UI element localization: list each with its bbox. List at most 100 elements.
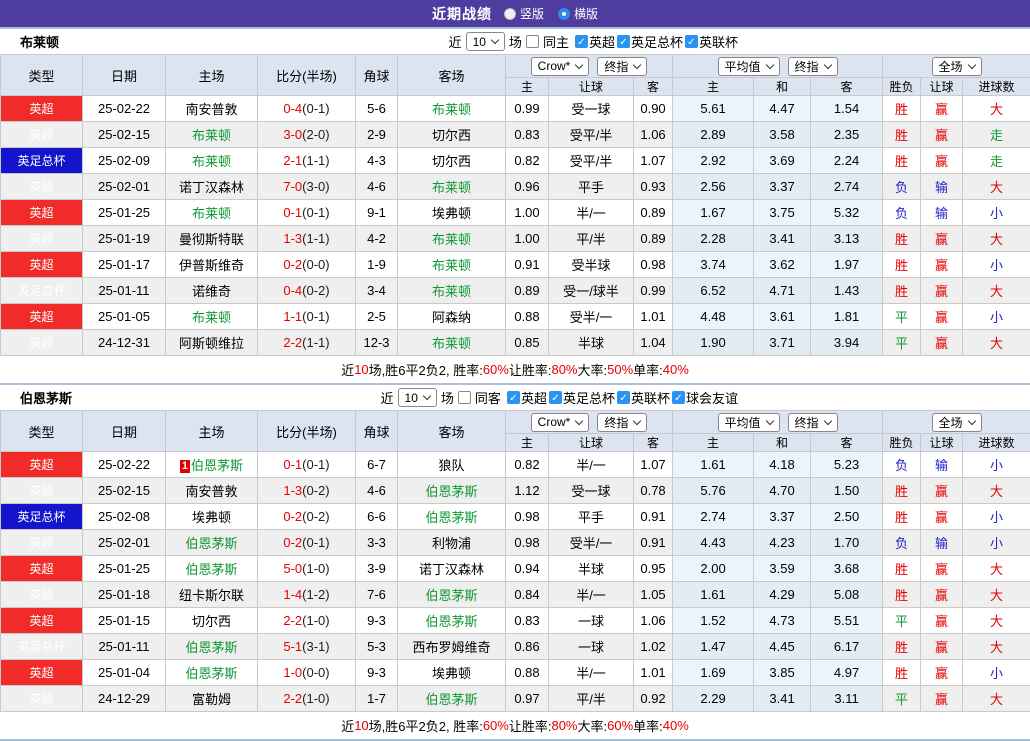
odds-period-select[interactable]: 终指 xyxy=(597,413,647,432)
away-team-name: 伯恩茅斯 xyxy=(425,510,477,525)
avg-odds-select[interactable]: 平均值 xyxy=(718,413,780,432)
match-date: 25-02-08 xyxy=(83,504,166,530)
league-badge: 英超 xyxy=(1,530,83,556)
red-card-badge: 1 xyxy=(180,460,190,473)
home-team: 布莱顿 xyxy=(166,304,258,330)
halftime-score: (0-1) xyxy=(302,309,329,324)
summary-row: 近10场,胜6平2负2, 胜率:60% 让胜率:80% 大率:50% 单率:40… xyxy=(0,356,1030,383)
league-filter[interactable]: ✓英足总杯 xyxy=(549,388,615,407)
league-filter[interactable]: ✓英超 xyxy=(575,32,615,51)
corners: 3-3 xyxy=(356,530,398,556)
avg-draw-odds: 3.85 xyxy=(754,660,811,686)
score: 1-4(1-2) xyxy=(258,582,356,608)
corners: 6-7 xyxy=(356,452,398,478)
avg-draw-odds: 3.71 xyxy=(754,330,811,356)
fulltime-score: 0-4 xyxy=(283,283,302,298)
checkbox-checked-icon: ✓ xyxy=(549,391,562,404)
result-handicap: 赢 xyxy=(921,330,963,356)
league-filter[interactable]: ✓英联杯 xyxy=(617,388,670,407)
summary-text: 60% xyxy=(483,362,509,377)
checkbox-checked-icon: ✓ xyxy=(685,35,698,48)
summary-text: 40% xyxy=(663,362,689,377)
halftime-score: (0-2) xyxy=(302,509,329,524)
section-bar: 布莱顿 近 10 场 同主 ✓英超✓英足总杯✓英联杯 xyxy=(0,27,1030,54)
chevron-down-icon xyxy=(575,416,583,424)
handicap-odds-away: 1.07 xyxy=(634,148,673,174)
title-bar: 近期战绩 竖版横版 xyxy=(0,0,1030,27)
league-filter[interactable]: ✓英超 xyxy=(507,388,547,407)
avg-draw-odds: 4.73 xyxy=(754,608,811,634)
avg-period-select[interactable]: 终指 xyxy=(788,413,838,432)
match-date: 25-01-25 xyxy=(83,200,166,226)
odds-company-select[interactable]: Crow* xyxy=(531,413,590,432)
same-venue-checkbox[interactable] xyxy=(526,35,539,48)
avg-draw-odds: 4.45 xyxy=(754,634,811,660)
chevron-down-icon xyxy=(823,416,831,424)
fulltime-score: 5-0 xyxy=(283,561,302,576)
scope-select[interactable]: 全场 xyxy=(932,413,982,432)
score: 1-0(0-0) xyxy=(258,660,356,686)
home-team: 伯恩茅斯 xyxy=(166,556,258,582)
fulltime-score: 2-2 xyxy=(283,691,302,706)
table-row: 英超25-01-17伊普斯维奇0-2(0-0)1-9布莱顿0.91受半球0.98… xyxy=(1,252,1030,278)
fulltime-score: 0-2 xyxy=(283,257,302,272)
avg-away-odds: 2.74 xyxy=(811,174,883,200)
away-team-name: 伯恩茅斯 xyxy=(425,692,477,707)
result-wdl: 平 xyxy=(883,330,921,356)
handicap-line: 受平/半 xyxy=(549,148,634,174)
odds-company-select[interactable]: Crow* xyxy=(531,57,590,76)
avg-home-odds: 1.47 xyxy=(673,634,754,660)
matches-table: 类型 日期 主场 比分(半场) 角球 客场 Crow* 终指 平均值 终指 全场 xyxy=(0,54,1030,356)
home-team: 伯恩茅斯 xyxy=(166,530,258,556)
radio-icon xyxy=(504,8,516,20)
layout-radio[interactable]: 竖版 xyxy=(504,5,544,22)
away-team: 布莱顿 xyxy=(398,278,506,304)
layout-radio[interactable]: 横版 xyxy=(558,5,598,22)
league-filter[interactable]: ✓英联杯 xyxy=(685,32,738,51)
fulltime-score: 1-0 xyxy=(283,665,302,680)
away-team: 埃弗顿 xyxy=(398,200,506,226)
score: 2-1(1-1) xyxy=(258,148,356,174)
chevron-down-icon xyxy=(633,416,641,424)
table-row: 英超25-02-15布莱顿3-0(2-0)2-9切尔西0.83受平/半1.062… xyxy=(1,122,1030,148)
league-filter[interactable]: ✓英足总杯 xyxy=(617,32,683,51)
handicap-odds-home: 0.83 xyxy=(506,122,549,148)
avg-odds-select[interactable]: 平均值 xyxy=(718,57,780,76)
result-wdl: 负 xyxy=(883,174,921,200)
avg-away-odds: 1.70 xyxy=(811,530,883,556)
recent-results-page: 近期战绩 竖版横版 布莱顿 近 10 场 同主 ✓英超✓英足总杯✓英联杯 类型 … xyxy=(0,0,1030,741)
home-team-name: 伊普斯维奇 xyxy=(179,258,244,273)
chevron-down-icon xyxy=(967,416,975,424)
avg-draw-odds: 3.75 xyxy=(754,200,811,226)
handicap-odds-home: 0.86 xyxy=(506,634,549,660)
halftime-score: (3-1) xyxy=(302,639,329,654)
col-odds-away: 客 xyxy=(634,78,673,96)
scope-select[interactable]: 全场 xyxy=(932,57,982,76)
match-count-select[interactable]: 10 xyxy=(466,32,505,51)
result-handicap: 赢 xyxy=(921,686,963,712)
away-team-name: 阿森纳 xyxy=(432,310,471,325)
handicap-odds-home: 0.88 xyxy=(506,660,549,686)
corners: 12-3 xyxy=(356,330,398,356)
match-count-select[interactable]: 10 xyxy=(398,388,437,407)
score: 0-2(0-1) xyxy=(258,530,356,556)
section-bar: 伯恩茅斯 近 10 场 同客 ✓英超✓英足总杯✓英联杯✓球会友谊 xyxy=(0,383,1030,410)
league-badge: 英足总杯 xyxy=(1,278,83,304)
league-filter-label: 英足总杯 xyxy=(563,388,615,407)
halftime-score: (1-1) xyxy=(302,153,329,168)
halftime-score: (1-0) xyxy=(302,561,329,576)
handicap-line: 半/一 xyxy=(549,660,634,686)
handicap-odds-home: 0.98 xyxy=(506,530,549,556)
table-row: 英超25-01-25伯恩茅斯5-0(1-0)3-9诺丁汉森林0.94半球0.95… xyxy=(1,556,1030,582)
league-filter[interactable]: ✓球会友谊 xyxy=(672,388,738,407)
same-venue-checkbox[interactable] xyxy=(458,391,471,404)
handicap-odds-home: 0.83 xyxy=(506,608,549,634)
home-team-name: 南安普敦 xyxy=(185,484,237,499)
summary-text: 单率: xyxy=(633,360,663,379)
score: 3-0(2-0) xyxy=(258,122,356,148)
odds-period-select[interactable]: 终指 xyxy=(597,57,647,76)
avg-period-select[interactable]: 终指 xyxy=(788,57,838,76)
result-handicap: 赢 xyxy=(921,304,963,330)
result-wdl: 胜 xyxy=(883,148,921,174)
handicap-odds-away: 0.90 xyxy=(634,96,673,122)
